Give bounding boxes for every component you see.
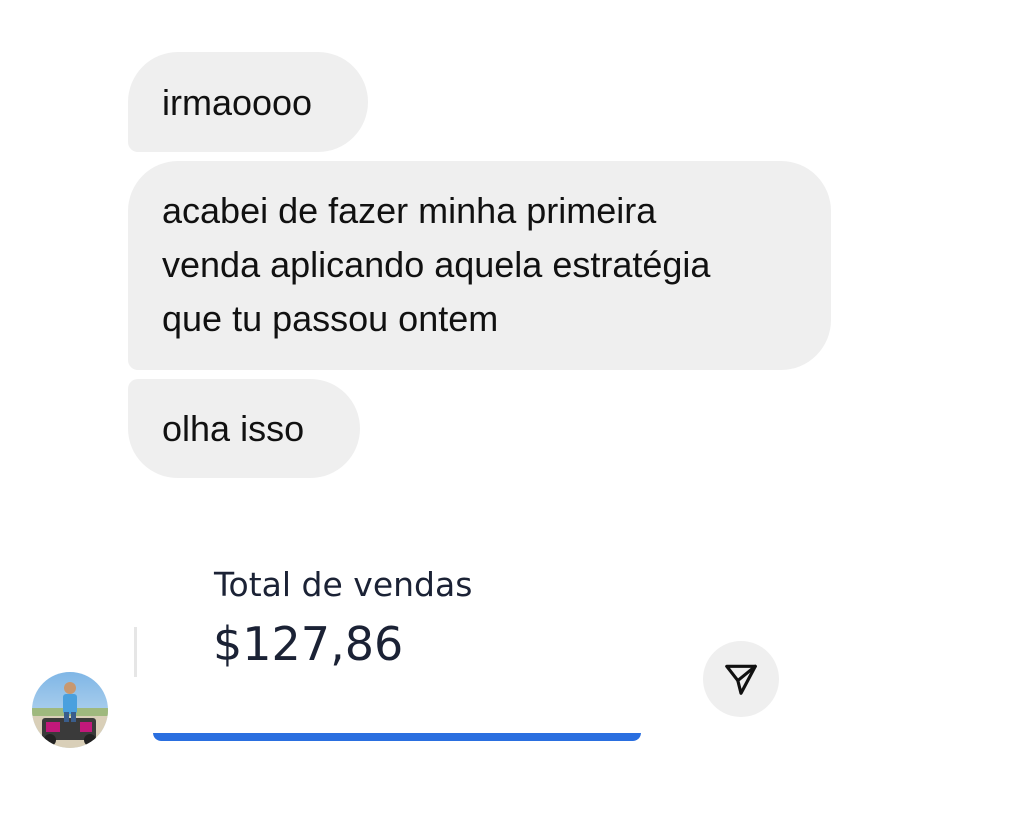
sales-progress-fill <box>153 733 641 741</box>
message-bubble[interactable]: acabei de fazer minha primeira venda apl… <box>128 161 831 370</box>
message-bubble[interactable]: irmaoooo <box>128 52 368 152</box>
message-text: que tu passou ontem <box>162 298 499 339</box>
message-text: venda aplicando aquela estratégia <box>162 244 711 285</box>
message-text: acabei de fazer minha primeira <box>162 190 657 231</box>
sales-total-value: $127,86 <box>213 617 404 671</box>
sales-total-label: Total de vendas <box>214 565 473 604</box>
avatar-photo <box>32 672 108 748</box>
message-bubble[interactable]: olha isso <box>128 379 360 478</box>
avatar[interactable] <box>32 672 108 748</box>
message-text: olha isso <box>162 408 305 449</box>
sales-progress-bar <box>153 733 641 741</box>
share-button[interactable] <box>703 641 779 717</box>
shared-sales-card[interactable]: Total de vendas $127,86 <box>146 545 658 745</box>
paper-plane-icon <box>725 664 757 695</box>
shared-card-edge <box>134 627 137 677</box>
message-text: irmaoooo <box>162 82 313 123</box>
